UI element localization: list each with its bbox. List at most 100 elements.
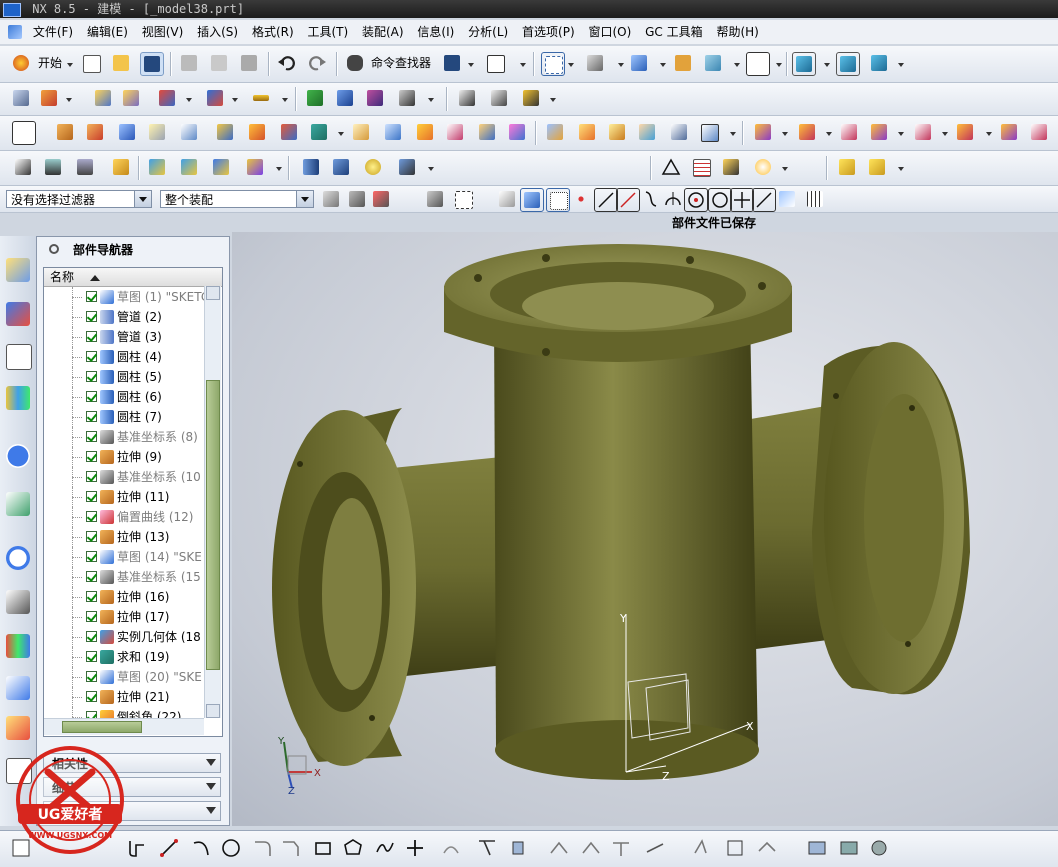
expression-icon[interactable] <box>300 156 322 178</box>
vertical-scrollbar[interactable] <box>204 286 221 718</box>
face-filter-icon[interactable] <box>496 188 518 210</box>
circle-icon[interactable] <box>220 837 242 859</box>
cube-view-icon[interactable] <box>628 52 650 74</box>
chamfer-sketch-icon[interactable] <box>280 837 302 859</box>
hd3d-tools-icon[interactable] <box>6 444 30 468</box>
tree-row[interactable]: 拉伸 (13) <box>44 527 222 547</box>
snap-bounded-grid-icon[interactable] <box>804 188 826 210</box>
snap-enable-icon[interactable] <box>546 188 570 212</box>
snap-endpoint-icon[interactable] <box>570 188 592 210</box>
mesh-surface-icon[interactable] <box>636 121 658 143</box>
model-canvas[interactable]: Y X Z Y X Z <box>232 232 1058 826</box>
info-dropdown-icon[interactable] <box>520 63 526 67</box>
chevron-down-icon[interactable] <box>206 759 216 766</box>
pull-dropdown-icon[interactable] <box>826 132 832 136</box>
curve-rule-icon[interactable] <box>346 188 368 210</box>
measure-dropdown-icon[interactable] <box>282 98 288 102</box>
check-geometry-icon[interactable] <box>304 87 326 109</box>
menu-info[interactable]: 信息(I) <box>412 20 459 44</box>
layer-icon[interactable] <box>672 52 694 74</box>
tree-row[interactable]: 草图 (1) "SKETC <box>44 287 222 307</box>
rectangle-icon[interactable] <box>312 837 334 859</box>
spreadsheet-icon[interactable] <box>364 87 386 109</box>
pointset-dropdown-icon[interactable] <box>232 98 238 102</box>
tree-row[interactable]: 草图 (20) "SKE <box>44 667 222 687</box>
chamfer-icon[interactable] <box>414 121 436 143</box>
datum-plane-icon[interactable] <box>92 87 114 109</box>
menu-preferences[interactable]: 首选项(P) <box>517 20 580 44</box>
reorder-feature-icon[interactable] <box>244 156 266 178</box>
filter-settings-icon[interactable] <box>320 188 342 210</box>
visibility-checkbox[interactable] <box>86 631 97 642</box>
sync-move-face-icon[interactable] <box>752 121 774 143</box>
menu-gc-toolkit[interactable]: GC 工具箱 <box>640 20 708 44</box>
menu-assembly[interactable]: 装配(A) <box>357 20 409 44</box>
visibility-checkbox[interactable] <box>86 371 97 382</box>
component-icon[interactable] <box>836 156 858 178</box>
tree-row[interactable]: 基准坐标系 (10 <box>44 467 222 487</box>
block-icon[interactable] <box>116 121 138 143</box>
assembly-load-icon[interactable] <box>792 52 816 76</box>
chevron-down-icon[interactable] <box>296 191 313 207</box>
csys-dropdown-icon[interactable] <box>66 98 72 102</box>
constraint-icon[interactable] <box>752 156 774 178</box>
point-sketch-icon[interactable] <box>404 837 426 859</box>
snap-point-on-face-icon[interactable] <box>776 188 798 210</box>
fit-view-icon[interactable] <box>541 52 565 76</box>
snap-existing-point-icon[interactable] <box>730 188 754 212</box>
menu-edit[interactable]: 编辑(E) <box>82 20 133 44</box>
sort-ascending-icon[interactable] <box>90 274 101 281</box>
shaded-view-icon[interactable] <box>584 52 606 74</box>
component-array-icon[interactable] <box>866 156 888 178</box>
snap-arc-center-icon[interactable] <box>662 188 684 210</box>
pad-icon[interactable] <box>214 121 236 143</box>
snap-intersection-icon[interactable] <box>640 188 662 210</box>
linked-face-icon[interactable] <box>998 121 1020 143</box>
gear-part-icon[interactable] <box>362 156 384 178</box>
move-dropdown-icon[interactable] <box>898 63 904 67</box>
point-icon[interactable] <box>156 87 178 109</box>
tree-row[interactable]: 拉伸 (17) <box>44 607 222 627</box>
quick-trim-icon[interactable] <box>476 837 498 859</box>
boolean-dropdown-icon[interactable] <box>338 132 344 136</box>
visibility-checkbox[interactable] <box>86 491 97 502</box>
shell-icon[interactable] <box>350 121 372 143</box>
edit-positioning-icon[interactable] <box>178 156 200 178</box>
chevron-down-icon[interactable] <box>206 783 216 790</box>
rectangle-select-icon[interactable] <box>452 188 474 210</box>
gc-dropdown-icon[interactable] <box>428 167 434 171</box>
hole-icon[interactable] <box>146 121 168 143</box>
move-object-icon[interactable] <box>12 156 34 178</box>
tree-row[interactable]: 管道 (3) <box>44 327 222 347</box>
menu-file[interactable]: 文件(F) <box>28 20 78 44</box>
horizontal-scrollbar[interactable] <box>44 718 204 735</box>
scroll-up-icon[interactable] <box>206 286 220 300</box>
chevron-down-icon[interactable] <box>134 191 151 207</box>
system-scenes-icon[interactable] <box>6 634 30 658</box>
menu-view[interactable]: 视图(V) <box>137 20 189 44</box>
snap-control-point-icon[interactable] <box>616 188 640 212</box>
edge-blend-icon[interactable] <box>382 121 404 143</box>
tree-row[interactable]: 求和 (19) <box>44 647 222 667</box>
visibility-checkbox[interactable] <box>86 351 97 362</box>
visibility-checkbox[interactable] <box>86 671 97 682</box>
visibility-checkbox[interactable] <box>86 511 97 522</box>
chevron-down-icon[interactable] <box>206 807 216 814</box>
section-dropdown-icon[interactable] <box>734 63 740 67</box>
sketch-icon[interactable] <box>12 121 36 145</box>
extrude-icon[interactable] <box>54 121 76 143</box>
web-browser-icon[interactable] <box>6 492 30 516</box>
surface-analysis-icon[interactable] <box>488 87 510 109</box>
new-file-icon[interactable] <box>80 52 102 74</box>
dimension-icon[interactable] <box>644 837 666 859</box>
command-finder-label[interactable]: 命令查找器 <box>371 48 431 78</box>
trim-body-icon[interactable] <box>476 121 498 143</box>
layer-stack-icon[interactable] <box>42 156 64 178</box>
layer-settings-icon[interactable] <box>334 87 356 109</box>
menu-format[interactable]: 格式(R) <box>247 20 299 44</box>
offset-dropdown-icon[interactable] <box>986 132 992 136</box>
unite-icon[interactable] <box>308 121 330 143</box>
save-as-icon[interactable] <box>441 52 463 74</box>
wcs-dropdown-icon[interactable] <box>428 98 434 102</box>
visibility-checkbox[interactable] <box>86 431 97 442</box>
